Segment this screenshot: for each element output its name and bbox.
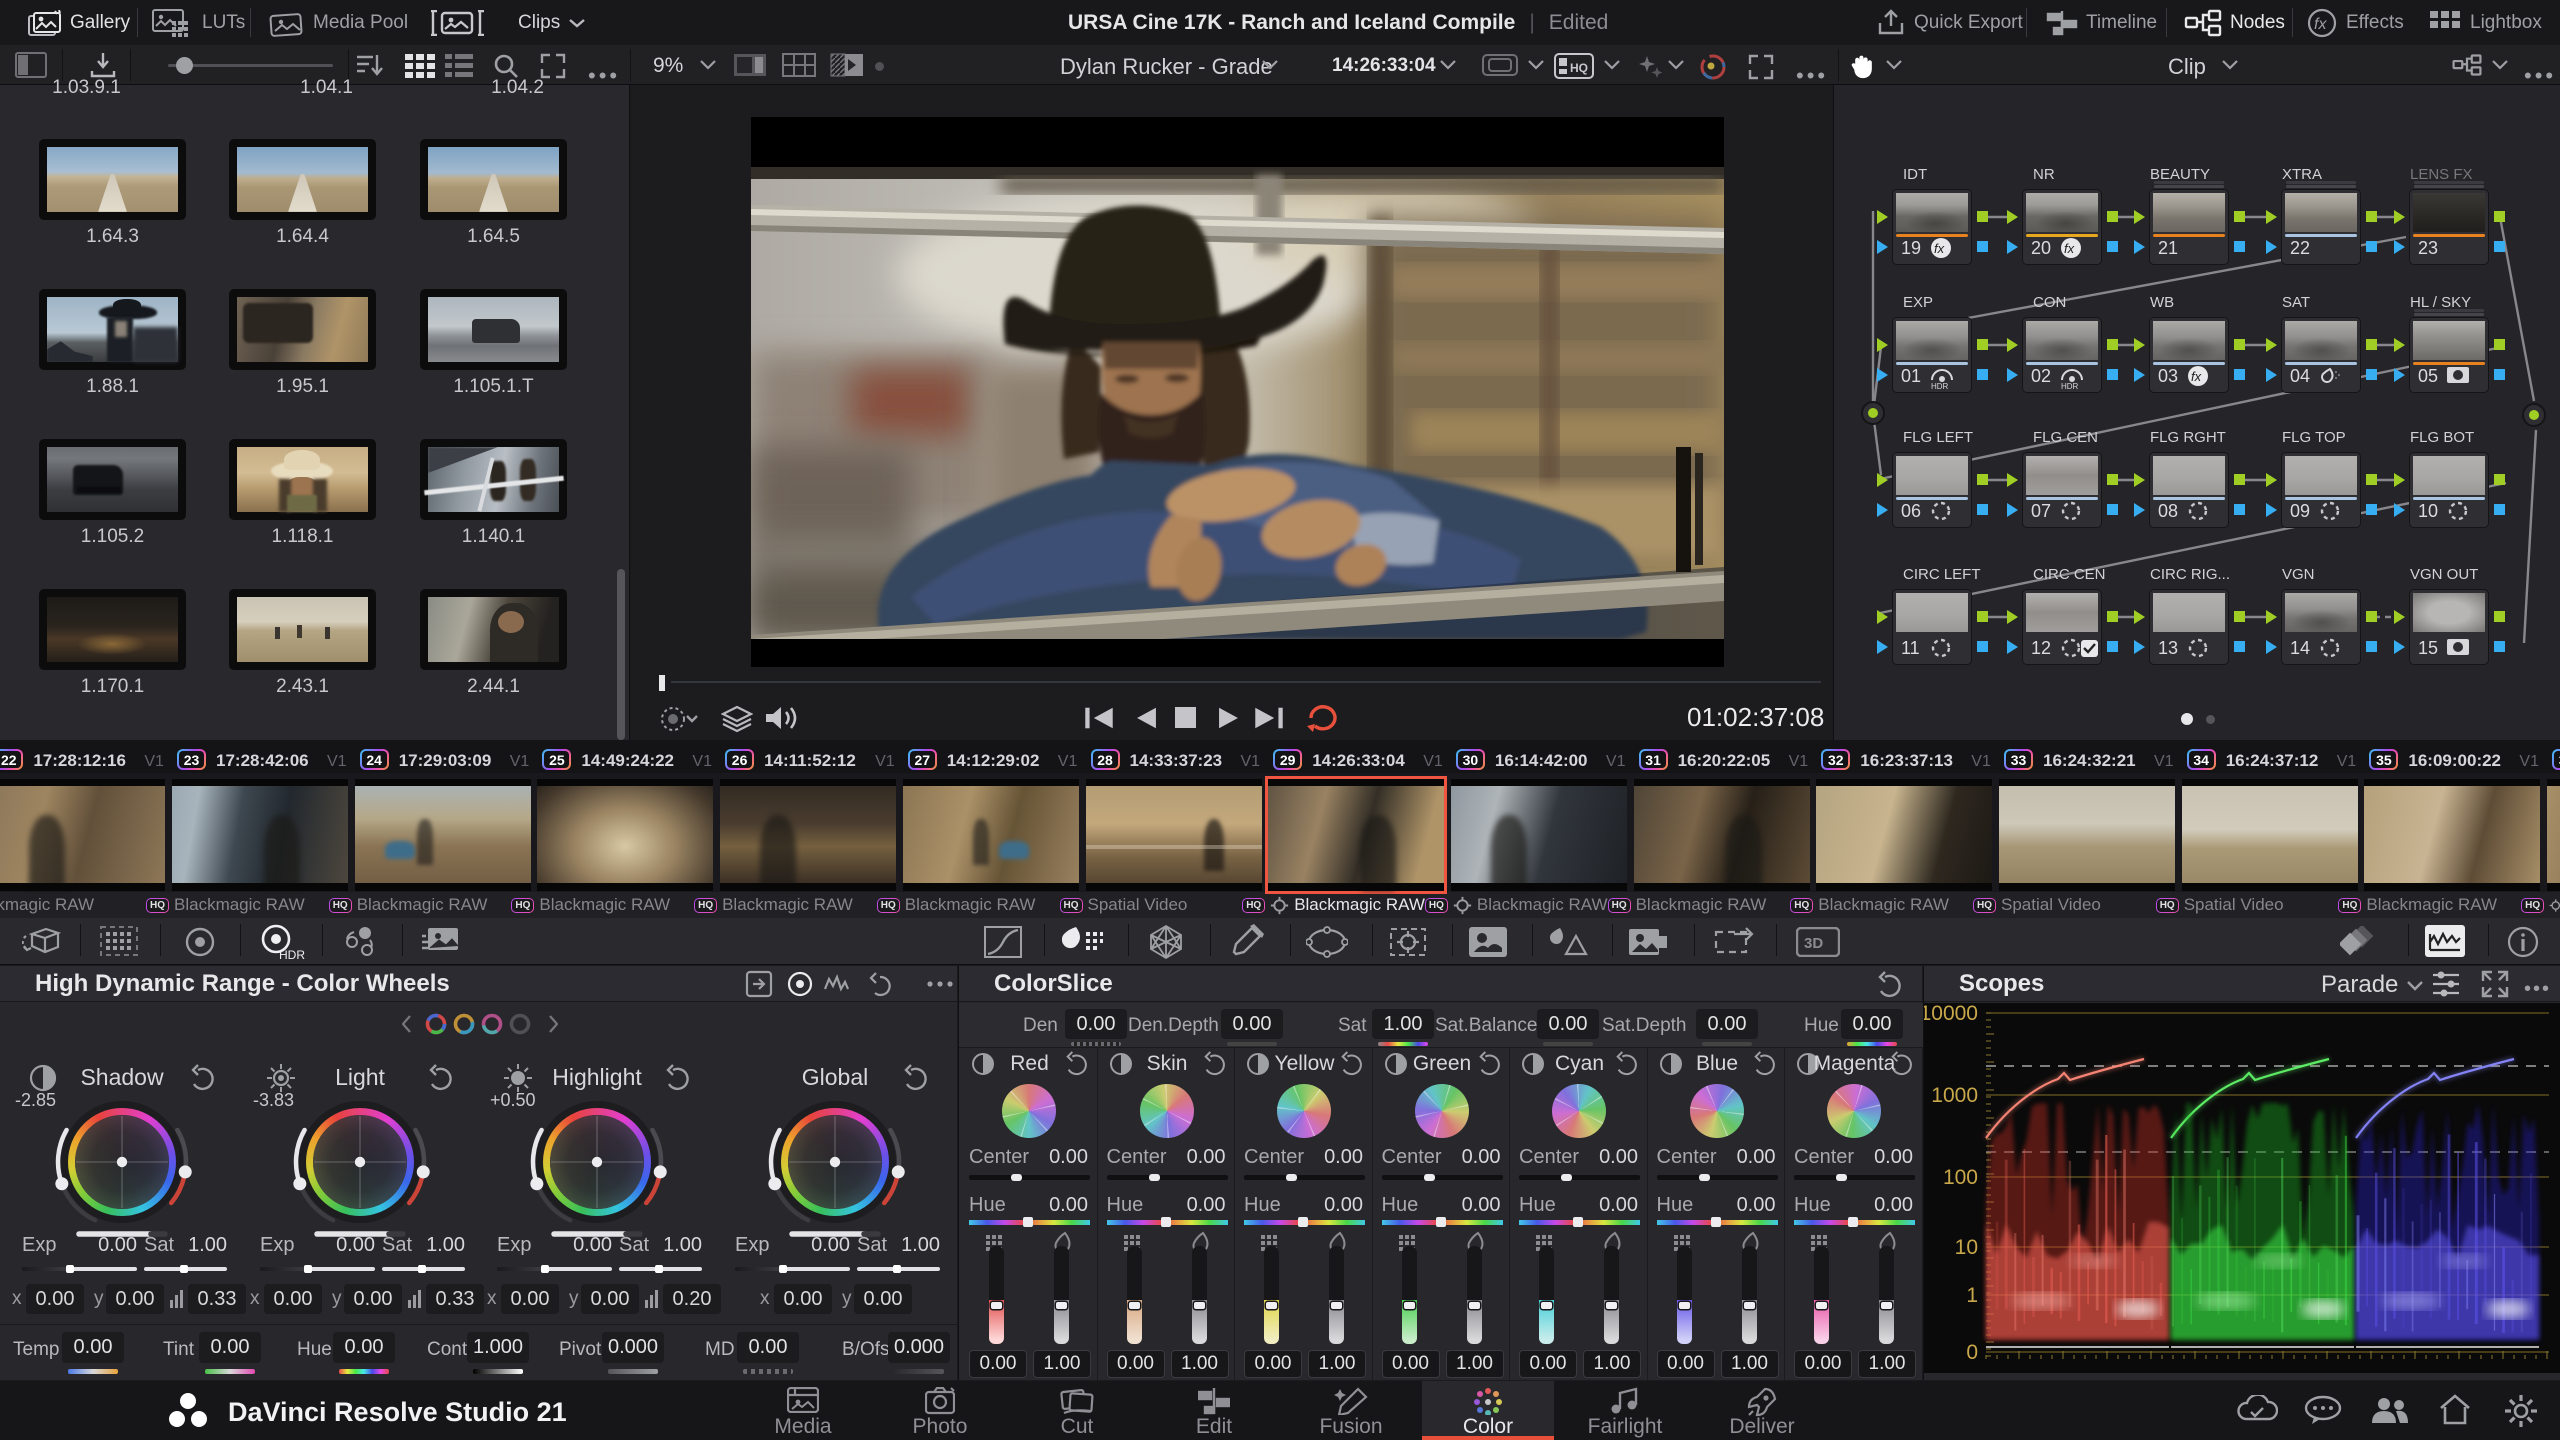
svg-text:fx: fx <box>2064 241 2075 256</box>
svg-text:fx: fx <box>2191 369 2202 384</box>
svg-text:HDR: HDR <box>279 948 305 962</box>
svg-text:fx: fx <box>1934 241 1945 256</box>
svg-text:1: 1 <box>1966 1284 1978 1307</box>
svg-text:HDR: HDR <box>1931 382 1949 390</box>
svg-text:10: 10 <box>1955 1236 1978 1259</box>
svg-text:3D: 3D <box>1804 935 1823 952</box>
svg-text:HDR: HDR <box>2061 382 2079 390</box>
svg-text:fx: fx <box>2314 16 2327 33</box>
svg-text:10000: 10000 <box>1924 1003 1978 1025</box>
svg-text:0: 0 <box>1966 1341 1978 1364</box>
svg-text:100: 100 <box>1943 1166 1978 1189</box>
svg-text:HQ: HQ <box>1570 61 1588 75</box>
svg-text:1000: 1000 <box>1931 1084 1978 1107</box>
